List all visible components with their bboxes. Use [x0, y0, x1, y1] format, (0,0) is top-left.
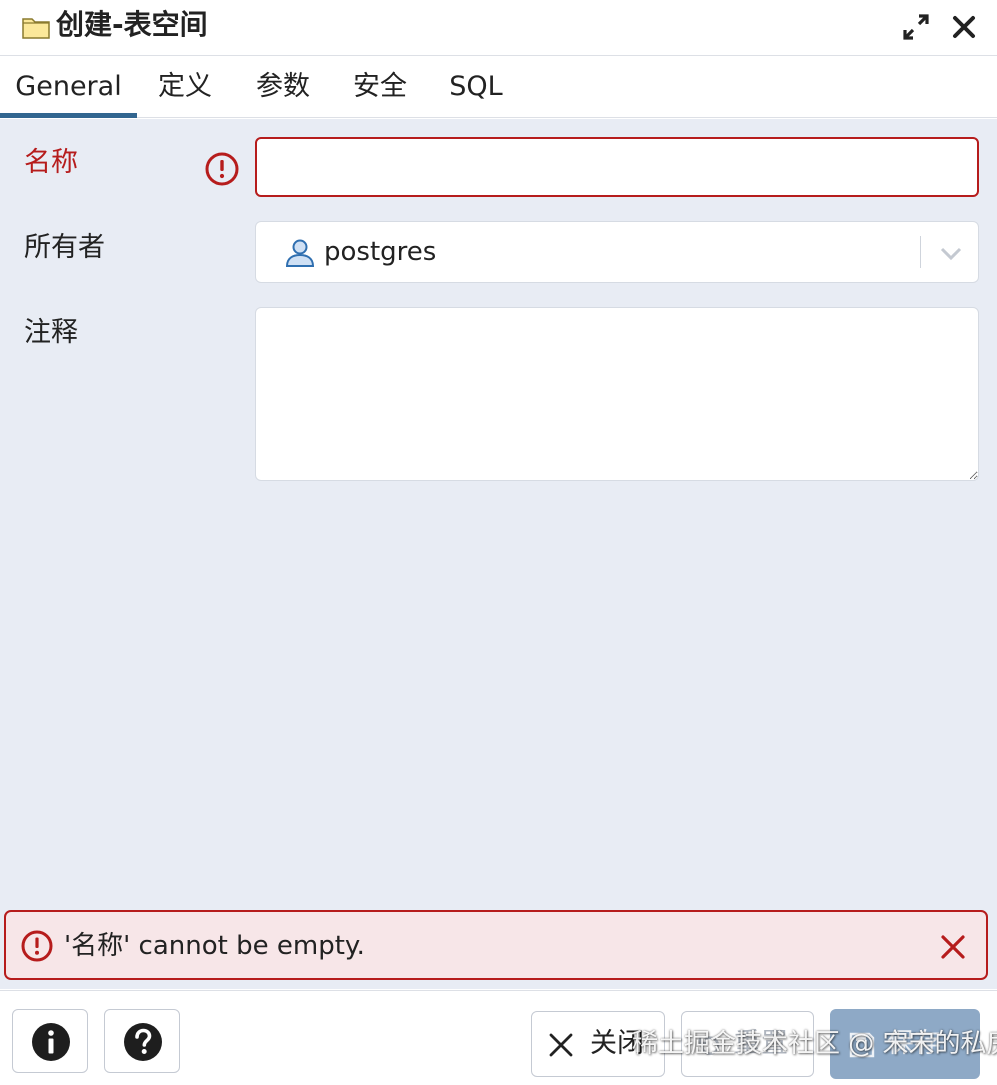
tab-definition[interactable]: 定义	[145, 57, 225, 118]
dialog-close-button[interactable]	[947, 10, 981, 44]
exclamation-circle-icon	[21, 930, 53, 962]
exclamation-circle-icon	[205, 152, 239, 186]
info-button[interactable]	[12, 1009, 88, 1073]
close-error-icon[interactable]	[938, 932, 968, 962]
tab-bar: General 定义 参数 安全 SQL	[0, 57, 997, 118]
close-icon	[549, 1033, 573, 1057]
comment-textarea[interactable]	[255, 307, 979, 481]
owner-value: postgres	[324, 237, 437, 267]
tab-parameters[interactable]: 参数	[243, 57, 323, 118]
close-icon	[953, 16, 975, 38]
tab-general[interactable]: General	[0, 57, 137, 118]
owner-label: 所有者	[24, 232, 105, 263]
expand-icon	[903, 14, 929, 40]
save-button-label: 保存	[887, 1028, 941, 1059]
comment-label: 注释	[24, 317, 78, 348]
reset-icon	[698, 1036, 720, 1055]
save-icon	[849, 1032, 875, 1058]
chevron-down-icon[interactable]	[936, 240, 966, 266]
dialog-title: 创建-表空间	[56, 8, 208, 41]
close-button[interactable]: 关闭	[531, 1011, 665, 1077]
maximize-button[interactable]	[899, 10, 933, 44]
tab-security[interactable]: 安全	[340, 57, 420, 118]
close-button-label: 关闭	[590, 1028, 644, 1059]
form-panel: 名称 所有者 postgres 注释	[0, 119, 997, 989]
select-separator	[920, 236, 921, 268]
name-label: 名称	[24, 147, 78, 178]
info-icon	[32, 1023, 70, 1061]
error-message: '名称' cannot be empty.	[64, 931, 365, 961]
name-input[interactable]	[255, 137, 979, 197]
reset-button-label: 重置	[734, 1028, 788, 1059]
owner-select[interactable]: postgres	[255, 221, 979, 283]
error-banner: '名称' cannot be empty.	[4, 910, 988, 980]
user-icon	[285, 239, 315, 267]
folder-icon	[22, 18, 50, 39]
reset-button[interactable]: 重置	[681, 1011, 814, 1077]
dialog-footer: 关闭 重置 保存	[0, 990, 997, 1085]
dialog-titlebar: 创建-表空间	[0, 0, 997, 56]
help-button[interactable]	[104, 1009, 180, 1073]
tab-sql[interactable]: SQL	[438, 57, 514, 118]
help-icon	[124, 1023, 162, 1061]
save-button[interactable]: 保存	[830, 1009, 980, 1079]
